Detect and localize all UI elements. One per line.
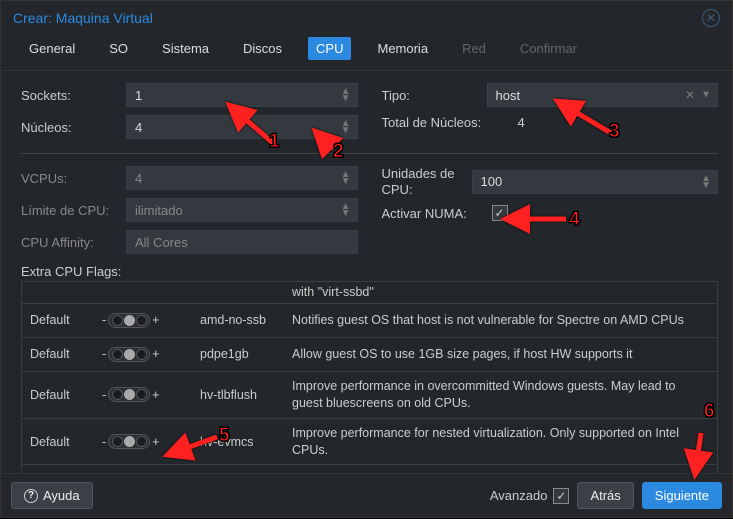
flag-name: hv-tlbflush <box>200 388 292 402</box>
next-button[interactable]: Siguiente <box>642 482 722 509</box>
flag-desc: Notifies guest OS that host is not vulne… <box>292 312 709 329</box>
limite-label: Límite de CPU: <box>21 203 126 218</box>
flag-name: amd-no-ssb <box>200 313 292 327</box>
dialog-title: Crear: Maquina Virtual <box>13 10 153 26</box>
numa-label: Activar NUMA: <box>382 206 492 221</box>
spinner-icon[interactable]: ▲▼ <box>341 120 351 134</box>
flag-desc: Improve performance for nested virtualiz… <box>292 425 709 459</box>
flag-tristate[interactable]: - + <box>102 387 200 402</box>
sockets-value: 1 <box>135 88 142 103</box>
advanced-toggle[interactable]: Avanzado ✓ <box>490 488 570 504</box>
flag-desc: Allow guest OS to use 1GB size pages, if… <box>292 346 709 363</box>
chevron-down-icon[interactable]: ▼ <box>701 92 711 99</box>
flag-row-partial: with "virt-ssbd" <box>22 282 717 303</box>
help-label: Ayuda <box>43 488 80 503</box>
unidades-value: 100 <box>481 174 503 189</box>
affinity-label: CPU Affinity: <box>21 235 126 250</box>
tab-discos[interactable]: Discos <box>235 37 290 60</box>
flags-table: with "virt-ssbd" Default- +amd-no-ssbNot… <box>21 281 718 473</box>
next-label: Siguiente <box>655 488 709 503</box>
numa-checkbox[interactable]: ✓ <box>492 205 508 221</box>
dialog-footer: ? Ayuda Avanzado ✓ Atrás Siguiente <box>1 473 732 517</box>
sockets-label: Sockets: <box>21 88 126 103</box>
tab-sistema[interactable]: Sistema <box>154 37 217 60</box>
flag-row: Default- +hv-evmcsImprove performance fo… <box>22 418 717 465</box>
flag-state: Default <box>30 347 102 361</box>
tab-general[interactable]: General <box>21 37 83 60</box>
clear-icon[interactable]: ✕ <box>685 88 695 102</box>
spinner-icon[interactable]: ▲▼ <box>341 88 351 102</box>
tab-memoria[interactable]: Memoria <box>369 37 436 60</box>
flag-state: Default <box>30 435 102 449</box>
spinner-icon[interactable]: ▲▼ <box>341 171 351 185</box>
flag-row: On- +aesActivate AES instruction set for… <box>22 464 717 473</box>
flag-tristate[interactable]: - + <box>102 347 200 362</box>
unidades-input[interactable]: 100 ▲▼ <box>472 170 719 194</box>
vcpus-label: VCPUs: <box>21 171 126 186</box>
wizard-tabs: General SO Sistema Discos CPU Memoria Re… <box>1 31 732 71</box>
nucleos-input[interactable]: 4 ▲▼ <box>126 115 358 139</box>
flag-name: pdpe1gb <box>200 347 292 361</box>
tab-red: Red <box>454 37 494 60</box>
nucleos-label: Núcleos: <box>21 120 126 135</box>
affinity-value: All Cores <box>135 235 188 250</box>
titlebar: Crear: Maquina Virtual ✕ <box>1 1 732 31</box>
divider <box>21 153 718 154</box>
sockets-input[interactable]: 1 ▲▼ <box>126 83 358 107</box>
limite-input[interactable]: ilimitado ▲▼ <box>126 198 358 222</box>
back-label: Atrás <box>590 488 620 503</box>
spinner-icon[interactable]: ▲▼ <box>701 175 711 189</box>
nucleos-value: 4 <box>135 120 142 135</box>
tab-cpu[interactable]: CPU <box>308 37 351 60</box>
total-label: Total de Núcleos: <box>382 115 512 130</box>
flag-tristate[interactable]: - + <box>102 313 200 328</box>
tipo-input[interactable]: host ✕ ▼ <box>487 83 719 107</box>
advanced-checkbox[interactable]: ✓ <box>553 488 569 504</box>
flag-name: hv-evmcs <box>200 435 292 449</box>
flag-state: Default <box>30 313 102 327</box>
flag-row: Default- +amd-no-ssbNotifies guest OS th… <box>22 303 717 337</box>
tipo-value: host <box>496 88 521 103</box>
help-button[interactable]: ? Ayuda <box>11 482 93 509</box>
vcpus-input[interactable]: 4 ▲▼ <box>126 166 358 190</box>
tab-so[interactable]: SO <box>101 37 136 60</box>
unidades-label: Unidades de CPU: <box>382 166 472 197</box>
flag-state: Default <box>30 388 102 402</box>
back-button[interactable]: Atrás <box>577 482 633 509</box>
flag-row: Default- +pdpe1gbAllow guest OS to use 1… <box>22 337 717 371</box>
flag-desc: with "virt-ssbd" <box>292 284 709 301</box>
tab-confirmar: Confirmar <box>512 37 585 60</box>
flag-tristate[interactable]: - + <box>102 434 200 449</box>
spinner-icon[interactable]: ▲▼ <box>341 203 351 217</box>
flag-row: Default- +hv-tlbflushImprove performance… <box>22 371 717 418</box>
affinity-input[interactable]: All Cores <box>126 230 358 254</box>
tipo-label: Tipo: <box>382 88 487 103</box>
limite-value: ilimitado <box>135 203 183 218</box>
vcpus-value: 4 <box>135 171 142 186</box>
close-icon[interactable]: ✕ <box>702 9 720 27</box>
tab-content: Sockets: 1 ▲▼ Núcleos: 4 ▲▼ <box>1 71 732 473</box>
create-vm-dialog: Crear: Maquina Virtual ✕ General SO Sist… <box>0 0 733 518</box>
help-icon: ? <box>24 489 38 503</box>
advanced-label: Avanzado <box>490 488 548 503</box>
extra-flags-label: Extra CPU Flags: <box>21 264 718 279</box>
flag-desc: Improve performance in overcommitted Win… <box>292 378 709 412</box>
total-value: 4 <box>512 115 525 130</box>
